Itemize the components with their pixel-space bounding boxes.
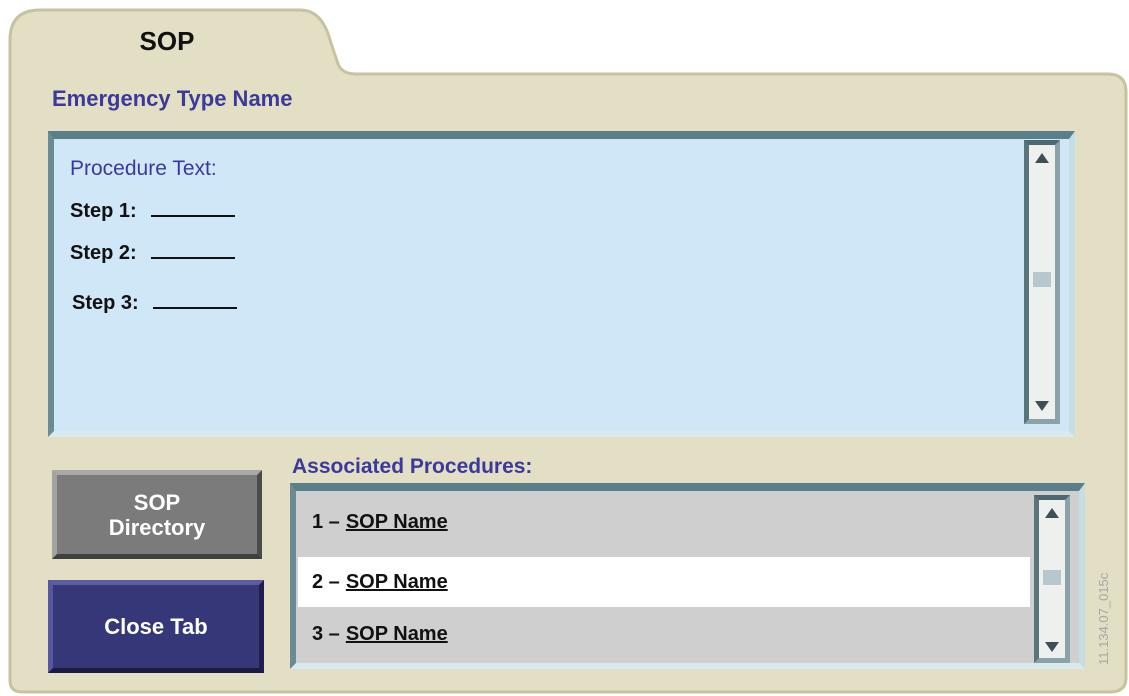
step-1-blank [150,197,235,217]
list-item-link[interactable]: SOP Name [346,511,448,534]
close-tab-label: Close Tab [104,614,208,639]
step-1-label: Step 1: [70,200,137,222]
emergency-type-name: Emergency Type Name [52,86,293,111]
step-3-label: Step 3: [72,292,139,314]
scroll-down-icon[interactable] [1035,401,1049,411]
procedure-scroll-thumb[interactable] [1033,272,1051,287]
figure-id-watermark: 11.134.07_015c [1096,572,1111,665]
step-2-label: Step 2: [70,242,137,264]
procedure-scrollbar[interactable] [1024,140,1060,424]
sop-directory-label-line2: Directory [108,514,206,540]
list-item-link[interactable]: SOP Name [346,571,448,594]
sop-directory-button[interactable]: SOP Directory [52,470,262,559]
list-item[interactable]: 1 – SOP Name [298,497,1030,547]
list-item-number: 3 – [312,622,340,645]
list-item-number: 2 – [312,570,340,593]
sop-window: SOP Emergency Type Name Procedure Text: … [0,0,1129,696]
list-item-link[interactable]: SOP Name [346,623,448,646]
associated-procedures-list[interactable]: 1 – SOP Name 2 – SOP Name 3 – SOP Name [290,483,1085,669]
procedure-text-label: Procedure Text: [70,157,217,180]
scroll-down-icon[interactable] [1045,642,1059,652]
scroll-up-icon[interactable] [1045,508,1059,518]
list-item-number: 1 – [312,510,340,533]
close-tab-button[interactable]: Close Tab [48,580,264,673]
tab-sop[interactable]: SOP [112,26,222,57]
associated-scroll-thumb[interactable] [1043,570,1061,585]
step-3: Step 3: [72,289,237,315]
step-1: Step 1: [70,197,235,223]
step-2: Step 2: [70,239,235,265]
list-item[interactable]: 3 – SOP Name [298,609,1030,659]
procedure-text-area[interactable]: Procedure Text: Step 1: Step 2: Step 3: [48,131,1075,437]
list-item[interactable]: 2 – SOP Name [298,557,1030,607]
associated-scrollbar[interactable] [1034,495,1070,663]
step-2-blank [150,239,235,259]
sop-directory-label-line1: SOP [133,489,181,515]
scroll-up-icon[interactable] [1035,153,1049,163]
associated-procedures-title: Associated Procedures: [292,455,533,478]
step-3-blank [152,289,237,309]
